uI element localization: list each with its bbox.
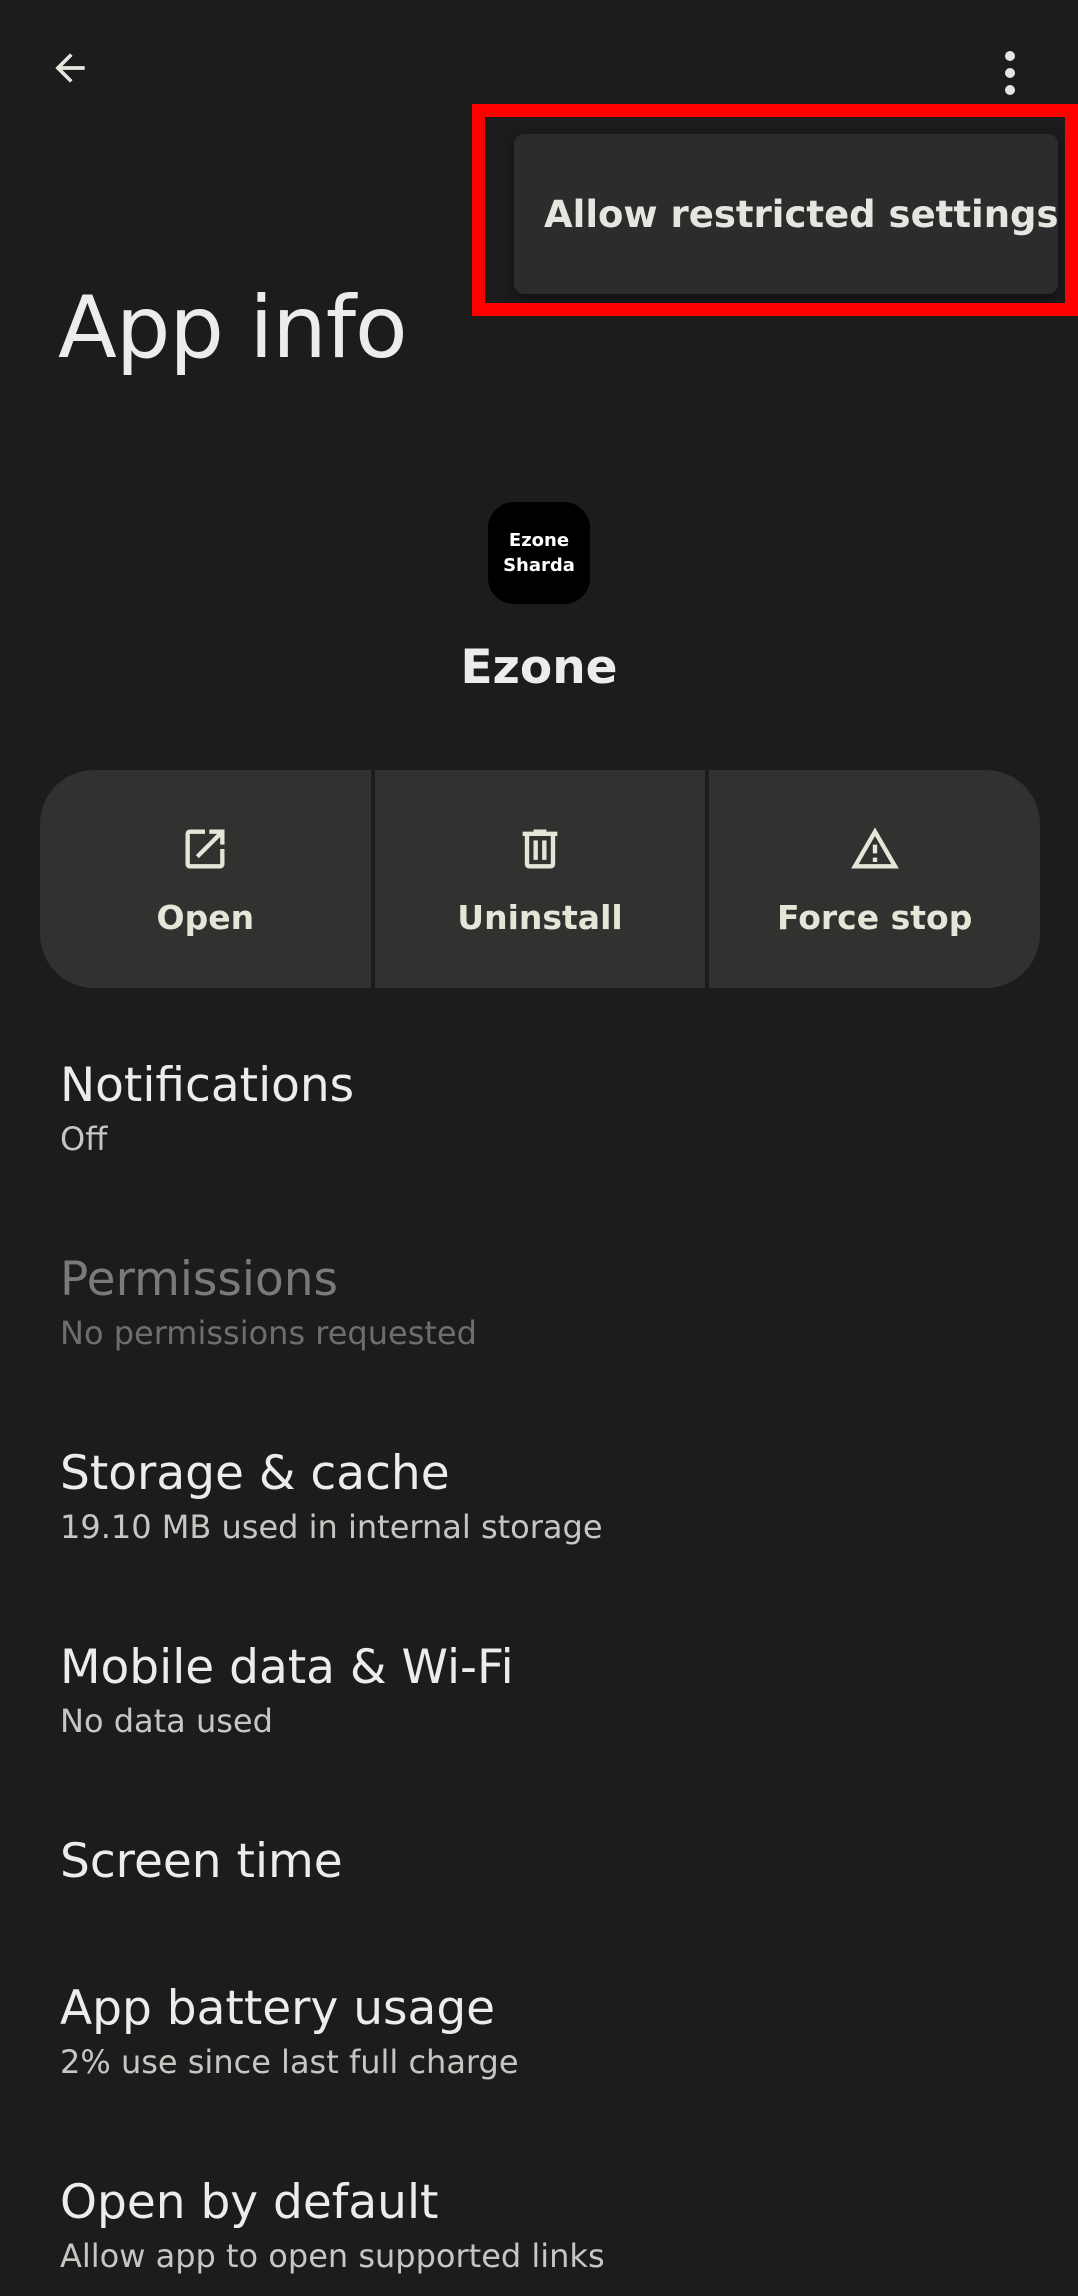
uninstall-button-label: Uninstall xyxy=(457,897,623,937)
uninstall-button[interactable]: Uninstall xyxy=(374,770,706,988)
app-icon-text-line1: Ezone xyxy=(508,530,570,551)
setting-summary: No data used xyxy=(60,1702,273,1740)
app-name: Ezone xyxy=(460,640,618,695)
setting-title: Open by default xyxy=(60,2175,439,2230)
page-title: App info xyxy=(58,278,408,378)
setting-summary: 19.10 MB used in internal storage xyxy=(60,1508,603,1546)
setting-summary: Off xyxy=(60,1120,108,1158)
overflow-menu: Allow restricted settings xyxy=(514,134,1059,294)
setting-title: App battery usage xyxy=(60,1981,496,2036)
setting-title: Mobile data & Wi-Fi xyxy=(60,1640,514,1695)
setting-summary: No permissions requested xyxy=(60,1314,477,1352)
force-stop-button-label: Force stop xyxy=(777,897,973,937)
setting-app-battery-usage[interactable]: App battery usage 2% use since last full… xyxy=(0,1978,1078,2084)
action-bar: Open Uninstall Force stop xyxy=(40,770,1041,988)
app-icon: Ezone Sharda xyxy=(488,502,590,604)
open-button-label: Open xyxy=(156,897,255,937)
setting-title: Screen time xyxy=(60,1834,343,1889)
more-options-button[interactable] xyxy=(980,40,1040,110)
setting-mobile-data-wifi[interactable]: Mobile data & Wi-Fi No data used xyxy=(0,1637,1078,1743)
setting-storage-cache[interactable]: Storage & cache 19.10 MB used in interna… xyxy=(0,1443,1078,1549)
setting-title: Permissions xyxy=(60,1252,338,1307)
setting-summary: 2% use since last full charge xyxy=(60,2043,519,2081)
setting-title: Notifications xyxy=(60,1058,355,1113)
open-external-icon xyxy=(178,822,232,876)
setting-open-by-default[interactable]: Open by default Allow app to open suppor… xyxy=(0,2172,1078,2278)
setting-screen-time[interactable]: Screen time xyxy=(0,1831,1078,1893)
setting-permissions: Permissions No permissions requested xyxy=(0,1249,1078,1355)
open-button[interactable]: Open xyxy=(40,770,371,988)
setting-summary: Allow app to open supported links xyxy=(60,2237,605,2275)
warning-icon xyxy=(848,822,902,876)
more-vert-icon xyxy=(1000,50,1020,100)
menu-item-allow-restricted-settings[interactable]: Allow restricted settings xyxy=(514,134,1059,294)
trash-icon xyxy=(513,822,567,876)
arrow-left-icon xyxy=(48,46,92,94)
setting-notifications[interactable]: Notifications Off xyxy=(0,1055,1078,1161)
app-icon-text-line2: Sharda xyxy=(503,555,575,576)
back-button[interactable] xyxy=(40,40,100,100)
force-stop-button[interactable]: Force stop xyxy=(709,770,1041,988)
setting-title: Storage & cache xyxy=(60,1446,450,1501)
